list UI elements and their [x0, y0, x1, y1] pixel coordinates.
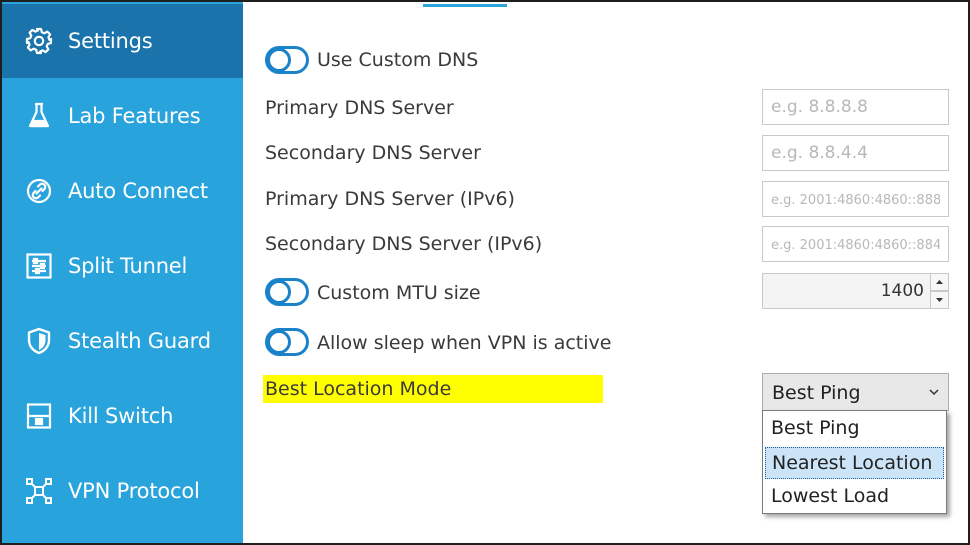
sidebar-item-label: Settings [68, 29, 153, 53]
sidebar-item-label: Split Tunnel [68, 254, 188, 278]
mtu-decrement-button[interactable] [930, 291, 949, 309]
custom-mtu-toggle[interactable] [265, 278, 309, 306]
custom-mtu-label: Custom MTU size [317, 282, 481, 304]
sidebar-item-label: VPN Protocol [68, 479, 200, 503]
sidebar-item-label: Stealth Guard [68, 329, 211, 353]
best-location-selected-value: Best Ping [772, 382, 861, 404]
custom-dns-toggle[interactable] [265, 46, 309, 74]
sidebar-item-lab-features[interactable]: Lab Features [2, 79, 243, 153]
sidebar-item-auto-connect[interactable]: Auto Connect [2, 154, 243, 228]
option-nearest-location[interactable]: Nearest Location [765, 447, 944, 479]
primary-dns-label: Primary DNS Server [265, 97, 454, 119]
active-tab-indicator [423, 4, 507, 7]
secondary-dns-v6-input[interactable] [762, 226, 949, 262]
sidebar-item-label: Auto Connect [68, 179, 208, 203]
mtu-input[interactable]: 1400 [762, 273, 930, 309]
settings-window: Settings Lab Features Auto Connect Split… [2, 2, 968, 543]
caret-down-icon [936, 298, 943, 302]
chevron-down-icon [929, 389, 939, 396]
gear-icon [24, 26, 54, 56]
secondary-dns-v6-label: Secondary DNS Server (IPv6) [265, 233, 543, 255]
sidebar-item-split-tunnel[interactable]: Split Tunnel [2, 229, 243, 303]
custom-dns-label: Use Custom DNS [317, 49, 479, 71]
primary-dns-v6-label: Primary DNS Server (IPv6) [265, 188, 515, 210]
sidebar: Settings Lab Features Auto Connect Split… [2, 2, 243, 543]
primary-dns-v6-input[interactable] [762, 181, 949, 217]
sidebar-item-vpn-protocol[interactable]: VPN Protocol [2, 454, 243, 528]
primary-dns-input[interactable] [762, 89, 949, 125]
sidebar-item-kill-switch[interactable]: Kill Switch [2, 379, 243, 453]
shield-icon [24, 326, 54, 356]
best-location-dropdown: Best Ping Nearest Location Lowest Load [762, 410, 947, 514]
sidebar-item-settings[interactable]: Settings [2, 4, 243, 78]
secondary-dns-label: Secondary DNS Server [265, 142, 481, 164]
secondary-dns-input[interactable] [762, 135, 949, 171]
sidebar-item-stealth-guard[interactable]: Stealth Guard [2, 304, 243, 378]
mtu-increment-button[interactable] [930, 273, 949, 291]
best-location-label: Best Location Mode [265, 378, 452, 400]
best-location-select[interactable]: Best Ping [762, 373, 949, 411]
option-lowest-load[interactable]: Lowest Load [765, 481, 944, 513]
flask-icon [24, 101, 54, 131]
sidebar-item-label: Lab Features [68, 104, 201, 128]
sidebar-item-label: Kill Switch [68, 404, 174, 428]
sliders-icon [24, 251, 54, 281]
caret-up-icon [936, 280, 943, 284]
network-icon [24, 476, 54, 506]
allow-sleep-label: Allow sleep when VPN is active [317, 332, 612, 354]
option-best-ping[interactable]: Best Ping [765, 413, 944, 445]
settings-panel: Use Custom DNS Primary DNS Server Second… [243, 2, 968, 543]
allow-sleep-toggle[interactable] [265, 328, 309, 356]
switch-icon [24, 401, 54, 431]
link-icon [24, 176, 54, 206]
